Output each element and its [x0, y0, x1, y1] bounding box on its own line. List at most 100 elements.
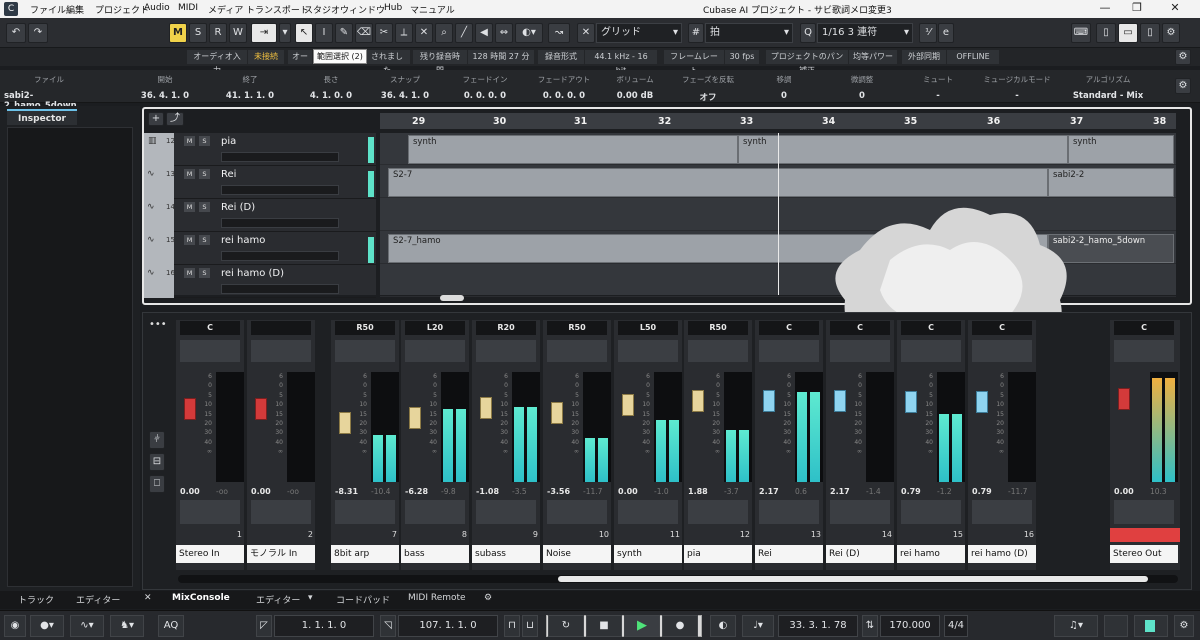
maximize-icon[interactable]: ❐	[1122, 1, 1152, 17]
channel-name[interactable]: モノラル In	[247, 545, 315, 563]
layout-right-icon[interactable]: ▯	[1140, 23, 1160, 43]
volume-value[interactable]: 0.00	[251, 487, 271, 496]
fader-cap[interactable]	[1118, 388, 1130, 410]
track-pia[interactable]: 12 ▥ MS pia	[144, 133, 376, 166]
read-write-row[interactable]	[180, 500, 240, 524]
read-write-row[interactable]	[335, 500, 395, 524]
add-track-icon[interactable]: +	[148, 112, 164, 126]
record-mode-icon[interactable]: ●▾	[30, 615, 64, 637]
menu-project[interactable]: プロジェクト	[95, 3, 149, 16]
pan-display[interactable]: R50	[688, 321, 748, 335]
ruler[interactable]: 29 30 31 32 33 34 35 36 37 38	[380, 113, 1176, 129]
read-write-row[interactable]	[972, 500, 1032, 524]
track-controls[interactable]	[221, 284, 339, 294]
fader-cap[interactable]	[834, 390, 846, 412]
autoscroll-icon[interactable]: ↝	[548, 23, 570, 43]
menu-transport[interactable]: トランスポート	[246, 3, 309, 16]
right-locator-icon[interactable]: ◹	[380, 615, 396, 637]
track-rei[interactable]: 13 ∿ MS Rei	[144, 166, 376, 199]
read-write-row[interactable]	[688, 500, 748, 524]
read-write-row[interactable]	[547, 500, 607, 524]
volume-value[interactable]: 0.00	[1114, 487, 1134, 496]
gear-icon[interactable]: ⚙	[484, 593, 492, 603]
snap-icon[interactable]: ✕	[577, 23, 595, 43]
track-controls[interactable]	[221, 185, 339, 195]
iq-icon[interactable]: e	[938, 23, 954, 43]
track-rei-hamo[interactable]: 15 ∿ MS rei hamo	[144, 232, 376, 265]
pan-display[interactable]: R50	[335, 321, 395, 335]
gear-icon[interactable]: ⚙	[1174, 615, 1194, 637]
mixer-scrollbar[interactable]	[178, 575, 1178, 583]
quantize-icon[interactable]: Q	[800, 23, 816, 43]
read-write-row[interactable]	[901, 500, 961, 524]
right-locator[interactable]: 107. 1. 1. 0	[398, 615, 498, 637]
fader-cap[interactable]	[692, 390, 704, 412]
fader-cap[interactable]	[480, 397, 492, 419]
fader-cap[interactable]	[255, 398, 267, 420]
fader[interactable]: 6 0 5 10 15 20 30 40 ∞	[972, 372, 1036, 482]
fader[interactable]: 6 0 5 10 15 20 30 40 ∞	[759, 372, 823, 482]
fader-cap[interactable]	[622, 394, 634, 416]
channel-name[interactable]: Rei	[755, 545, 823, 563]
read-write-row[interactable]	[405, 500, 465, 524]
folder-icon[interactable]: ⤴	[166, 112, 184, 126]
track-rei-d[interactable]: 14 ∿ MS Rei (D)	[144, 199, 376, 232]
event-volume[interactable]: ボリューム 0.00 dB	[600, 74, 670, 101]
volume-value[interactable]: 0.79	[972, 487, 992, 496]
pan-display[interactable]: C	[1114, 321, 1174, 335]
volume-value[interactable]: 0.00	[180, 487, 200, 496]
fader[interactable]: 6 0 5 10 15 20 30 40 ∞	[688, 372, 752, 482]
more-icon[interactable]: •••	[149, 319, 167, 330]
read-write-row[interactable]	[618, 500, 678, 524]
menu-manual[interactable]: マニュアル	[410, 3, 455, 16]
quantize-apply-icon[interactable]: ⅟	[919, 23, 937, 43]
grid-icon[interactable]: #	[688, 23, 704, 43]
volume-value[interactable]: -8.31	[335, 487, 358, 496]
sync-icon[interactable]: ◐	[710, 615, 736, 637]
pan-display[interactable]	[251, 321, 311, 335]
read-write-row[interactable]	[830, 500, 890, 524]
automation-mode-icon[interactable]: ⇥	[251, 23, 277, 43]
read-state-button[interactable]: R	[209, 23, 227, 43]
grid-type-select[interactable]: 拍 ▾	[705, 23, 793, 43]
track-controls[interactable]	[221, 152, 339, 162]
channel-name[interactable]: bass	[401, 545, 469, 563]
chevron-down-icon[interactable]: ▾	[308, 593, 313, 603]
chevron-down-icon[interactable]: ▾	[279, 23, 291, 43]
channel-name[interactable]: 8bit arp	[331, 545, 399, 563]
keyboard-icon[interactable]: ⌨	[1071, 23, 1091, 43]
mute-solo-row[interactable]	[618, 340, 678, 362]
fader-cap[interactable]	[409, 407, 421, 429]
scissors-icon[interactable]: ✂	[375, 23, 393, 43]
time-format-icon[interactable]: ♩▾	[742, 615, 774, 637]
pan-display[interactable]: C	[901, 321, 961, 335]
racks-view-icon[interactable]: ⊟	[149, 453, 165, 471]
fader-cap[interactable]	[976, 391, 988, 413]
zoom-icon[interactable]: ⌕	[435, 23, 453, 43]
pan-display[interactable]: C	[972, 321, 1032, 335]
pan-display[interactable]: C	[180, 321, 240, 335]
channel-name[interactable]: rei hamo	[897, 545, 965, 563]
menu-media[interactable]: メディア	[208, 3, 243, 16]
fader[interactable]: 6 0 5 10 15 20 30 40 ∞	[618, 372, 682, 482]
layout-left-icon[interactable]: ▯	[1096, 23, 1116, 43]
punch-in-icon[interactable]: ⊓	[504, 615, 520, 637]
volume-value[interactable]: 2.17	[759, 487, 779, 496]
undo-icon[interactable]: ↶	[6, 23, 26, 43]
channel-name[interactable]: synth	[614, 545, 682, 563]
midi-part[interactable]: synth	[738, 135, 1068, 164]
tab-mixconsole[interactable]: MixConsole	[172, 593, 230, 603]
event-length[interactable]: 長さ 4. 1. 0. 0	[296, 74, 366, 101]
menu-studio[interactable]: スタジオ	[304, 3, 340, 16]
read-write-row[interactable]	[759, 500, 819, 524]
fader-cap[interactable]	[551, 402, 563, 424]
menu-file[interactable]: ファイル	[30, 3, 66, 16]
metronome-icon[interactable]: ♞▾	[110, 615, 144, 637]
comp-icon[interactable]: ⇔	[495, 23, 513, 43]
select-arrow-icon[interactable]: ↖	[295, 23, 313, 43]
pencil-icon[interactable]: ✎	[335, 23, 353, 43]
color-icon[interactable]: ◐▾	[515, 23, 543, 43]
mute-x-icon[interactable]: ✕	[415, 23, 433, 43]
fader[interactable]: 6 0 5 10 15 20 30 40 ∞	[901, 372, 965, 482]
line-icon[interactable]: ╱	[455, 23, 473, 43]
